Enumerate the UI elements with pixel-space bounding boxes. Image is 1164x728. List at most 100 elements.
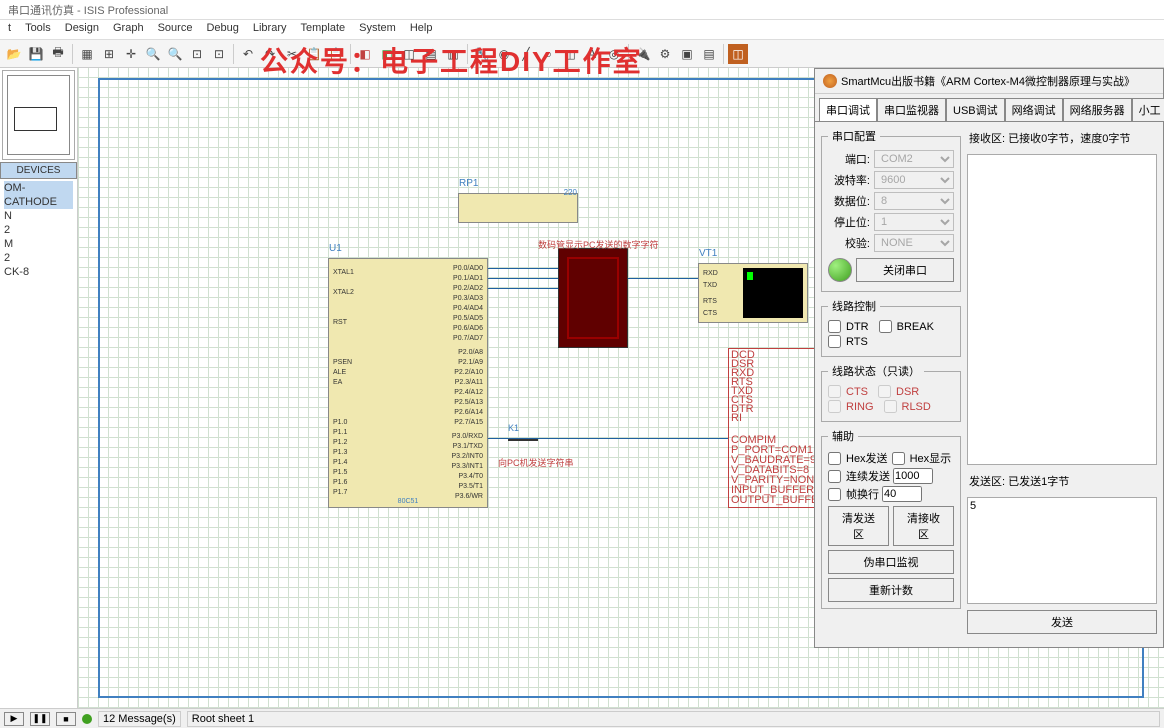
tool-icon[interactable]: 🔌 [633, 44, 653, 64]
tool-icon[interactable]: ◎ [604, 44, 624, 64]
tool-icon[interactable]: ◧ [377, 44, 397, 64]
close-port-button[interactable]: 关闭串口 [856, 258, 954, 282]
menu-item[interactable]: System [359, 22, 396, 37]
wire [488, 268, 558, 269]
device-item[interactable]: M [4, 237, 73, 251]
tool-icon[interactable]: ⚙ [655, 44, 675, 64]
zoom-in-icon[interactable]: 🔍 [143, 44, 163, 64]
tool-icon[interactable]: ○ [538, 44, 558, 64]
device-item[interactable]: 2 [4, 223, 73, 237]
tool-icon[interactable]: ▤ [699, 44, 719, 64]
tool-icon[interactable]: A [582, 44, 602, 64]
annotation-text: 向PC机发送字符串 [498, 456, 574, 469]
dtr-checkbox[interactable]: DTR [828, 320, 869, 333]
grid-icon[interactable]: ⊞ [99, 44, 119, 64]
tool-icon[interactable]: ◉ [494, 44, 514, 64]
redo-icon[interactable]: ↷ [260, 44, 280, 64]
parity-select[interactable]: NONE [874, 234, 954, 252]
menu-item[interactable]: Library [253, 22, 287, 37]
frame-wrap-checkbox[interactable] [828, 488, 841, 501]
port-select[interactable]: COM2 [874, 150, 954, 168]
pause-button[interactable]: ❚❚ [30, 712, 50, 726]
device-item[interactable]: N [4, 209, 73, 223]
seven-segment-display[interactable] [558, 248, 628, 348]
menu-item[interactable]: t [8, 22, 11, 37]
tool-icon[interactable]: ▣ [677, 44, 697, 64]
ares-icon[interactable]: ◫ [728, 44, 748, 64]
preview-shape [14, 107, 57, 130]
virtual-terminal-vt1[interactable]: VT1 RXD TXD RTS CTS [698, 263, 808, 323]
menu-item[interactable]: Template [300, 22, 345, 37]
recount-button[interactable]: 重新计数 [828, 578, 954, 602]
stop-button[interactable]: ■ [56, 712, 76, 726]
menu-item[interactable]: Debug [206, 22, 238, 37]
tool-icon[interactable]: ▤ [421, 44, 441, 64]
tool-icon[interactable]: ◫ [399, 44, 419, 64]
terminal-screen [743, 268, 803, 318]
device-item[interactable]: CK-8 [4, 265, 73, 279]
tool-icon[interactable]: ▥ [443, 44, 463, 64]
databits-select[interactable]: 8 [874, 192, 954, 210]
messages-count[interactable]: 12 Message(s) [98, 711, 181, 727]
menu-item[interactable]: Help [410, 22, 433, 37]
send-button[interactable]: 发送 [967, 610, 1157, 634]
open-icon[interactable]: 📂 [4, 44, 24, 64]
cont-send-input[interactable] [893, 468, 933, 484]
chip-u1[interactable]: U1 XTAL1 XTAL2 RST PSEN ALE EA P1.0 P1.1… [328, 258, 488, 508]
print-icon[interactable]: 🖶 [48, 44, 68, 64]
device-item[interactable]: 2 [4, 251, 73, 265]
tab-serial-monitor[interactable]: 串口监视器 [877, 98, 946, 121]
target-icon[interactable]: ✛ [121, 44, 141, 64]
play-button[interactable]: ▶ [4, 712, 24, 726]
break-checkbox[interactable]: BREAK [879, 320, 934, 333]
menu-item[interactable]: Tools [25, 22, 51, 37]
hex-show-checkbox[interactable]: Hex显示 [892, 450, 952, 466]
switch-k1[interactable]: K1 [508, 423, 548, 443]
tool-icon[interactable]: 🔧 [472, 44, 492, 64]
tab-serial-debug[interactable]: 串口调试 [819, 98, 877, 121]
wire [628, 278, 698, 279]
menu-item[interactable]: Source [158, 22, 193, 37]
separator [723, 44, 724, 64]
copy-icon[interactable]: 📋 [304, 44, 324, 64]
window-titlebar: 串口通讯仿真 - ISIS Professional [0, 0, 1164, 20]
device-item[interactable]: OM-CATHODE [4, 181, 73, 209]
tab-tools[interactable]: 小工 [1132, 98, 1164, 121]
zoom-fit-icon[interactable]: ⊡ [187, 44, 207, 64]
dsr-indicator: DSR [878, 385, 919, 398]
paste-icon[interactable]: 📋 [326, 44, 346, 64]
grid-icon[interactable]: ▦ [77, 44, 97, 64]
tool-icon[interactable]: ◧ [355, 44, 375, 64]
recv-textarea[interactable] [967, 154, 1157, 465]
clear-recv-button[interactable]: 清接收区 [893, 506, 954, 546]
zoom-out-icon[interactable]: 🔍 [165, 44, 185, 64]
menu-item[interactable]: Graph [113, 22, 144, 37]
clear-send-button[interactable]: 清发送区 [828, 506, 889, 546]
menu-item[interactable]: Design [65, 22, 99, 37]
device-list[interactable]: OM-CATHODE N 2 M 2 CK-8 [0, 179, 77, 708]
frame-wrap-input[interactable] [882, 486, 922, 502]
zoom-fit-icon[interactable]: ⊡ [209, 44, 229, 64]
undo-icon[interactable]: ↶ [238, 44, 258, 64]
preview-pane[interactable] [2, 70, 75, 160]
rts-checkbox[interactable]: RTS [828, 335, 954, 348]
tab-net-debug[interactable]: 网络调试 [1005, 98, 1063, 121]
send-textarea[interactable]: 5 [967, 497, 1157, 605]
tool-icon[interactable]: ◫ [560, 44, 580, 64]
devices-header: DEVICES [0, 162, 77, 179]
save-icon[interactable]: 💾 [26, 44, 46, 64]
tab-net-server[interactable]: 网络服务器 [1063, 98, 1132, 121]
baud-select[interactable]: 9600 [874, 171, 954, 189]
cut-icon[interactable]: ✂ [282, 44, 302, 64]
hex-send-checkbox[interactable]: Hex发送 [828, 450, 888, 466]
resistor-pack-rp1[interactable]: RP1 220 [458, 193, 578, 223]
status-led-icon [82, 714, 92, 724]
cont-send-checkbox[interactable] [828, 470, 841, 483]
status-led-icon [828, 258, 852, 282]
menubar: t Tools Design Graph Source Debug Librar… [0, 20, 1164, 40]
fake-monitor-button[interactable]: 伪串口监视 [828, 550, 954, 574]
tool-icon[interactable]: ╱ [516, 44, 536, 64]
panel-titlebar[interactable]: SmartMcu出版书籍《ARM Cortex-M4微控制器原理与实战》 [815, 69, 1163, 94]
stopbits-select[interactable]: 1 [874, 213, 954, 231]
tab-usb-debug[interactable]: USB调试 [946, 98, 1005, 121]
